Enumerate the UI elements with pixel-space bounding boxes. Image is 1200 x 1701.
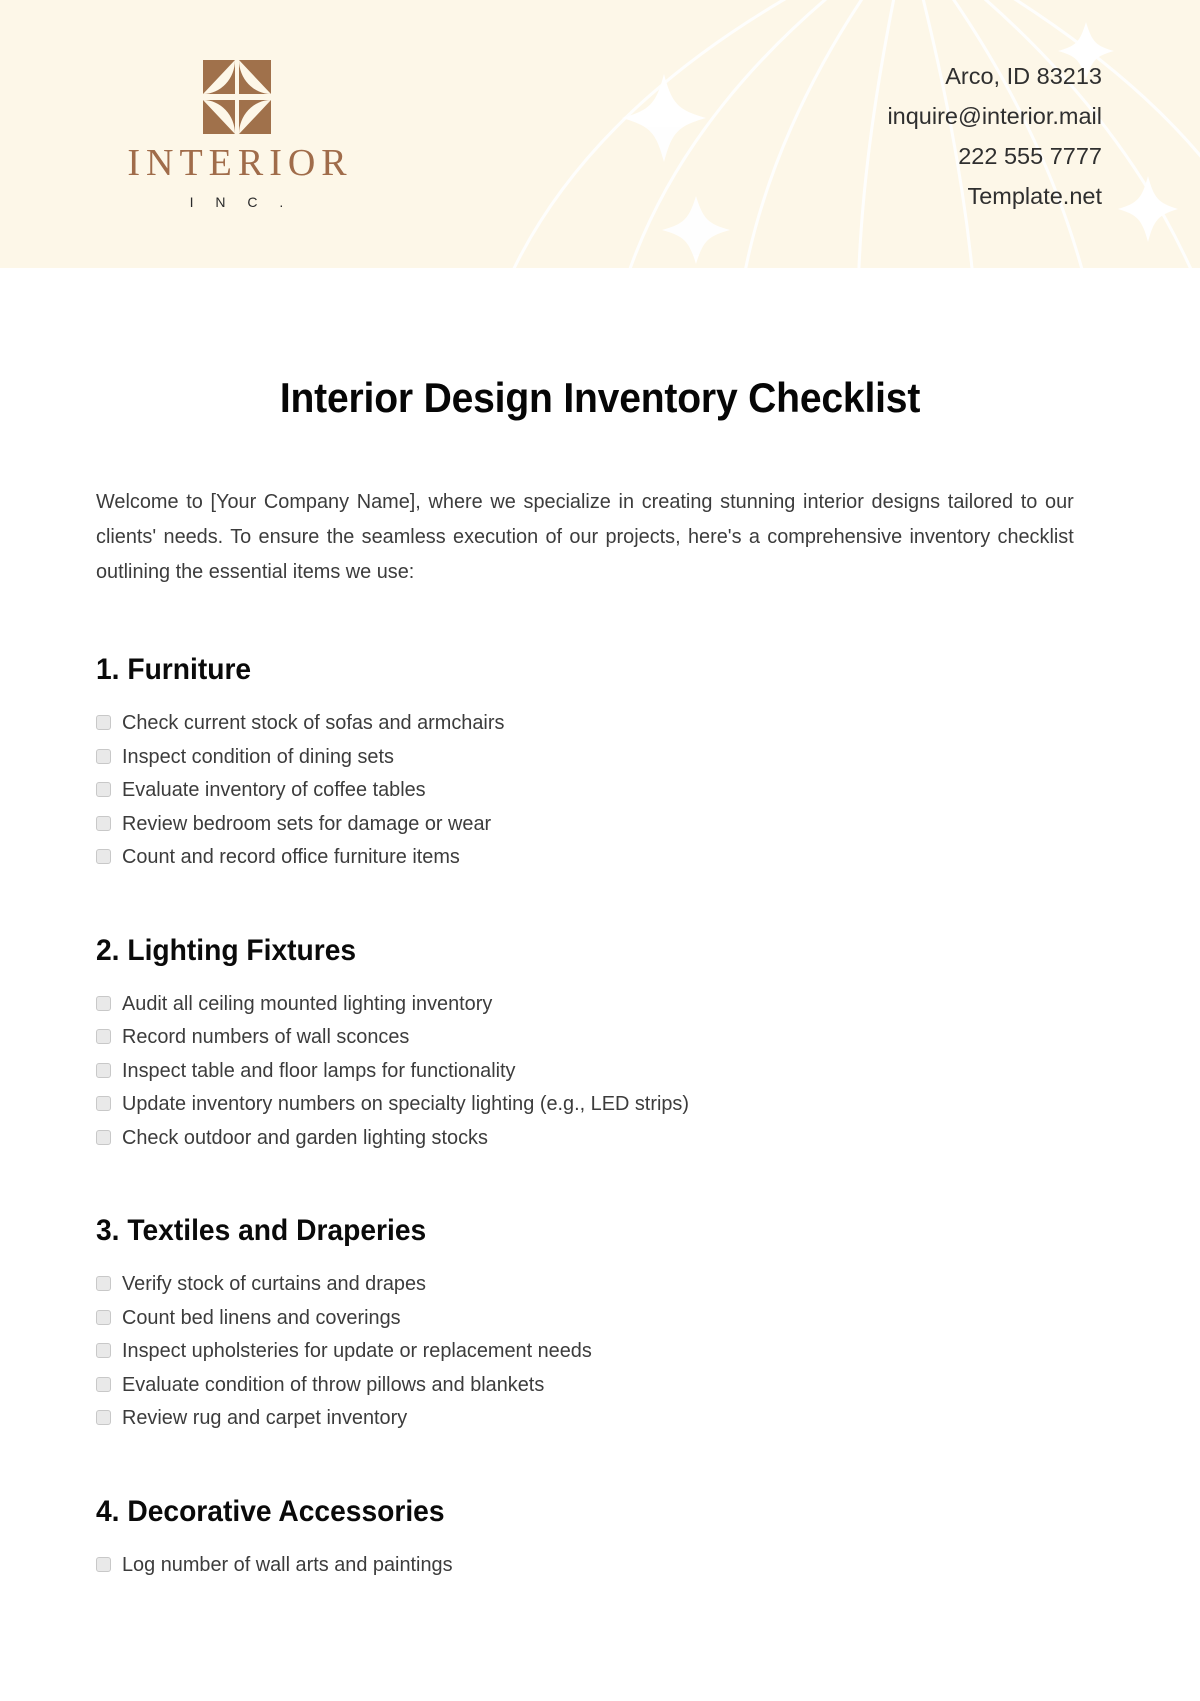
page-header: INTERIOR I N C . Arco, ID 83213 inquire@… xyxy=(0,0,1200,268)
checkbox-icon[interactable] xyxy=(96,815,111,831)
checklist-items: Log number of wall arts and paintings xyxy=(96,1529,1104,1578)
list-item[interactable]: Inspect condition of dining sets xyxy=(96,743,1104,770)
checkbox-icon[interactable] xyxy=(96,1343,111,1358)
list-item[interactable]: Verify stock of curtains and drapes xyxy=(96,1270,1104,1297)
list-item[interactable]: Check current stock of sofas and armchai… xyxy=(96,709,1104,736)
contact-phone: 222 555 7777 xyxy=(958,143,1102,169)
checkbox-icon[interactable] xyxy=(96,1410,111,1425)
checkbox-icon[interactable] xyxy=(96,1096,111,1111)
checkbox-icon[interactable] xyxy=(96,748,111,764)
list-item-label: Inspect upholsteries for update or repla… xyxy=(122,1339,592,1362)
list-item-label: Check current stock of sofas and armchai… xyxy=(122,711,505,734)
section-heading: 1. Furniture xyxy=(96,653,252,686)
checklist-items: Check current stock of sofas and armchai… xyxy=(96,687,1104,870)
contact-email: inquire@interior.mail xyxy=(887,103,1102,129)
checkbox-icon[interactable] xyxy=(96,715,111,730)
list-item[interactable]: Evaluate condition of throw pillows and … xyxy=(96,1371,1104,1398)
contact-website: Template.net xyxy=(967,183,1102,209)
list-item-label: Log number of wall arts and paintings xyxy=(122,1552,453,1576)
list-item-label: Inspect condition of dining sets xyxy=(122,744,394,768)
list-item[interactable]: Inspect table and floor lamps for functi… xyxy=(96,1057,1104,1084)
list-item[interactable]: Review bedroom sets for damage or wear xyxy=(96,810,1104,837)
page-title: Interior Design Inventory Checklist xyxy=(279,374,921,421)
list-item-label: Review rug and carpet inventory xyxy=(122,1406,408,1429)
intro-paragraph: Welcome to [Your Company Name], where we… xyxy=(96,490,1074,583)
logo-wordmark: INTERIOR xyxy=(127,142,353,184)
list-item-label: Count and record office furniture items xyxy=(122,845,460,868)
checkbox-icon[interactable] xyxy=(96,1556,111,1572)
list-item-label: Update inventory numbers on specialty li… xyxy=(122,1092,689,1115)
document-body: Interior Design Inventory Checklist Welc… xyxy=(0,268,1200,1578)
list-item[interactable]: Check outdoor and garden lighting stocks xyxy=(96,1124,1104,1151)
checklist-section-furniture: 1. Furniture Check current stock of sofa… xyxy=(96,589,1104,870)
checkbox-icon[interactable] xyxy=(96,1062,111,1078)
list-item-label: Check outdoor and garden lighting stocks xyxy=(122,1125,488,1149)
list-item[interactable]: Evaluate inventory of coffee tables xyxy=(96,776,1104,803)
checklist-items: Verify stock of curtains and drapes Coun… xyxy=(96,1248,1104,1431)
list-item-label: Verify stock of curtains and drapes xyxy=(122,1272,426,1295)
list-item[interactable]: Audit all ceiling mounted lighting inven… xyxy=(96,990,1104,1017)
list-item-label: Record numbers of wall sconces xyxy=(122,1025,410,1048)
checkbox-icon[interactable] xyxy=(96,1276,111,1291)
list-item-label: Evaluate inventory of coffee tables xyxy=(122,778,426,801)
list-item-label: Inspect table and floor lamps for functi… xyxy=(122,1058,516,1082)
checklist-section-lighting-fixtures: 2. Lighting Fixtures Audit all ceiling m… xyxy=(96,877,1104,1151)
checkbox-icon[interactable] xyxy=(96,782,111,797)
checkbox-icon[interactable] xyxy=(96,1129,111,1145)
logo-sub-wordmark: I N C . xyxy=(189,194,293,210)
list-item[interactable]: Log number of wall arts and paintings xyxy=(96,1551,1104,1578)
section-heading: 3. Textiles and Draperies xyxy=(96,1214,427,1247)
contact-info-block: Arco, ID 83213 inquire@interior.mail 222… xyxy=(887,56,1102,216)
section-heading: 2. Lighting Fixtures xyxy=(96,933,357,967)
checkbox-icon[interactable] xyxy=(96,1376,111,1392)
list-item-label: Audit all ceiling mounted lighting inven… xyxy=(122,991,493,1015)
four-petal-square-logo-icon xyxy=(203,60,271,134)
checkbox-icon[interactable] xyxy=(96,995,111,1011)
list-item[interactable]: Update inventory numbers on specialty li… xyxy=(96,1090,1104,1117)
list-item[interactable]: Count and record office furniture items xyxy=(96,843,1104,870)
checklist-section-textiles-and-draperies: 3. Textiles and Draperies Verify stock o… xyxy=(96,1157,1104,1431)
list-item[interactable]: Review rug and carpet inventory xyxy=(96,1404,1104,1431)
checkbox-icon[interactable] xyxy=(96,849,111,864)
list-item-label: Count bed linens and coverings xyxy=(122,1305,401,1329)
section-heading: 4. Decorative Accessories xyxy=(96,1494,445,1528)
list-item[interactable]: Inspect upholsteries for update or repla… xyxy=(96,1337,1104,1364)
checklist-section-decorative-accessories: 4. Decorative Accessories Log number of … xyxy=(96,1438,1104,1578)
company-logo: INTERIOR I N C . xyxy=(113,58,361,210)
list-item[interactable]: Count bed linens and coverings xyxy=(96,1304,1104,1331)
contact-address: Arco, ID 83213 xyxy=(945,63,1102,89)
list-item-label: Evaluate condition of throw pillows and … xyxy=(122,1372,545,1396)
checkbox-icon[interactable] xyxy=(96,1309,111,1325)
list-item-label: Review bedroom sets for damage or wear xyxy=(122,811,492,835)
list-item[interactable]: Record numbers of wall sconces xyxy=(96,1023,1104,1050)
checklist-items: Audit all ceiling mounted lighting inven… xyxy=(96,968,1104,1151)
checkbox-icon[interactable] xyxy=(96,1029,111,1044)
